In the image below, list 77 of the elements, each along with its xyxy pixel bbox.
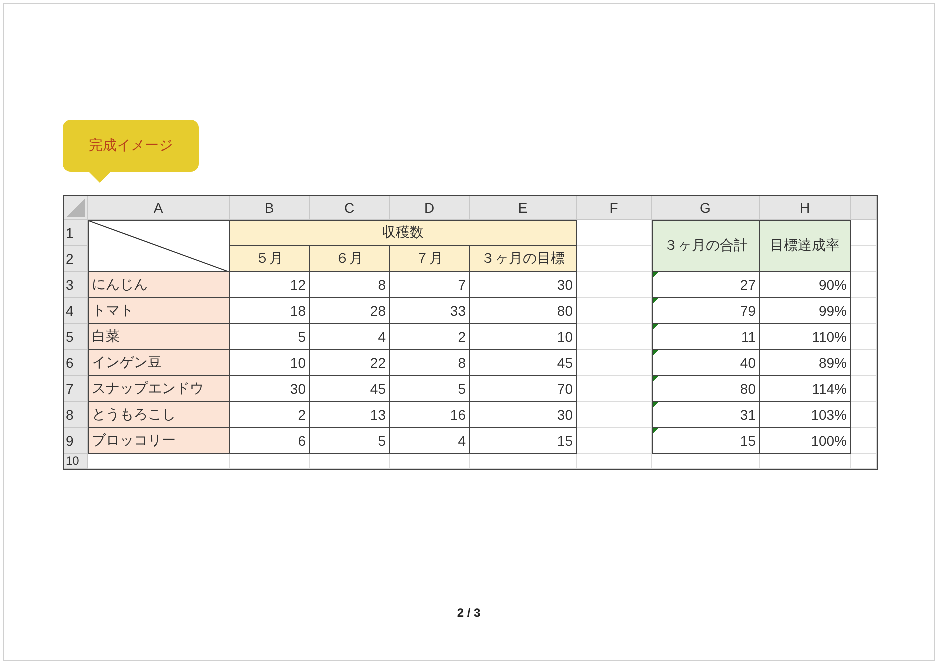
table-cell: 89% [760,350,851,376]
table-cell: 収穫数 [230,220,577,246]
table-cell: 8 [310,272,390,298]
table-cell: 79 [652,298,760,324]
column-header[interactable]: E [470,196,577,220]
table-cell: 10 [470,324,577,350]
table-cell: 70 [470,376,577,402]
row-header[interactable]: 4 [64,298,88,324]
table-cell: 5 [230,324,310,350]
table-cell: 28 [310,298,390,324]
table-cell: 13 [310,402,390,428]
table-cell: 90% [760,272,851,298]
table-cell: 80 [652,376,760,402]
row-header[interactable]: 10 [64,454,88,469]
table-cell: 8 [390,350,470,376]
table-cell: 6 [230,428,310,454]
column-header[interactable]: F [577,196,652,220]
table-cell: 白菜 [88,324,230,350]
table-cell: 30 [230,376,310,402]
table-cell: とうもろこし [88,402,230,428]
table-cell: ５月 [230,246,310,272]
table-cell: ３ヶ月の合計 [652,220,760,272]
table-cell: トマト [88,298,230,324]
column-header[interactable]: H [760,196,851,220]
table-cell: 15 [470,428,577,454]
table-cell: 18 [230,298,310,324]
row-header[interactable]: 1 [64,220,88,246]
table-cell: にんじん [88,272,230,298]
table-cell: 目標達成率 [760,220,851,272]
table-cell: 11 [652,324,760,350]
column-header[interactable]: D [390,196,470,220]
callout-pointer [89,172,111,183]
table-cell: ３ヶ月の目標 [470,246,577,272]
row-header[interactable]: 3 [64,272,88,298]
row-header[interactable]: 8 [64,402,88,428]
table-cell: 4 [310,324,390,350]
table-cell: 30 [470,272,577,298]
column-header[interactable]: A [88,196,230,220]
table-cell: 12 [230,272,310,298]
table-cell: インゲン豆 [88,350,230,376]
column-header[interactable]: B [230,196,310,220]
table-cell: 31 [652,402,760,428]
table-cell: ６月 [310,246,390,272]
row-header[interactable]: 9 [64,428,88,454]
table-cell: 45 [470,350,577,376]
row-header[interactable]: 6 [64,350,88,376]
table-cell: 45 [310,376,390,402]
table-cell: ７月 [390,246,470,272]
table-cell: 2 [230,402,310,428]
table-cell: 114% [760,376,851,402]
table-cell: 100% [760,428,851,454]
row-header[interactable]: 5 [64,324,88,350]
table-cell: 33 [390,298,470,324]
table-cell: 10 [230,350,310,376]
table-cell: 40 [652,350,760,376]
column-header[interactable]: C [310,196,390,220]
row-header[interactable]: 7 [64,376,88,402]
table-cell: 5 [390,376,470,402]
table-cell: 16 [390,402,470,428]
table-cell: 5 [310,428,390,454]
table-cell: 4 [390,428,470,454]
table-cell: 15 [652,428,760,454]
column-header[interactable]: G [652,196,760,220]
table-cell: 30 [470,402,577,428]
callout-label: 完成イメージ [63,120,199,172]
row-header[interactable]: 2 [64,246,88,272]
table-cell: 110% [760,324,851,350]
table-cell: ブロッコリー [88,428,230,454]
table-cell: スナップエンドウ [88,376,230,402]
table-cell: 27 [652,272,760,298]
table-cell: 80 [470,298,577,324]
table-cell: 7 [390,272,470,298]
page-indicator: 2 / 3 [457,606,481,620]
table-cell: 99% [760,298,851,324]
table-cell: 2 [390,324,470,350]
table-cell: 103% [760,402,851,428]
table-cell: 22 [310,350,390,376]
